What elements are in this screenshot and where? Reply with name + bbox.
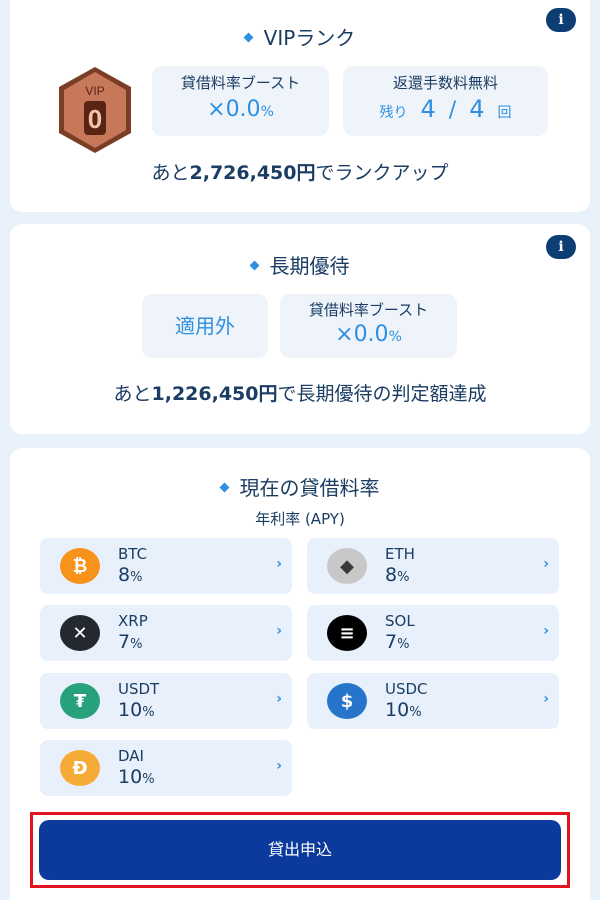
vip-fee-box: 返還手数料無料 残り 4 / 4 回 bbox=[343, 66, 548, 136]
coin-rate-item-sol[interactable]: ≡ SOL 7% › bbox=[307, 605, 559, 661]
coin-icon: ✕ bbox=[60, 615, 100, 651]
vip-rank-card: i VIPランク VIP 0 貸借料率ブースト ×0.0% 返還手数料無料 残り… bbox=[10, 0, 590, 212]
coin-rate: 8% bbox=[385, 564, 410, 586]
coin-name: USDC bbox=[385, 680, 428, 698]
coin-rate-item-usdc[interactable]: $ USDC 10% › bbox=[307, 673, 559, 729]
coin-rate: 7% bbox=[118, 631, 143, 653]
diamond-icon bbox=[249, 260, 259, 271]
long-term-boost-label: 貸借料率ブースト bbox=[308, 301, 429, 319]
coin-rate-item-btc[interactable]: ₿ BTC 8% › bbox=[40, 538, 292, 594]
vip-fee-label: 返還手数料無料 bbox=[392, 74, 498, 92]
long-term-card: i 長期優待 適用外 貸借料率ブースト ×0.0% あと1,226,450円で長… bbox=[10, 224, 590, 434]
long-term-status-box: 適用外 bbox=[142, 294, 268, 358]
coin-rate: 7% bbox=[385, 631, 410, 653]
coin-rate-item-eth[interactable]: ◆ ETH 8% › bbox=[307, 538, 559, 594]
long-term-summary: あと1,226,450円で長期優待の判定額達成 bbox=[113, 383, 487, 405]
vip-fee-remaining: 残り 4 / 4 回 bbox=[379, 95, 512, 123]
coin-icon: ≡ bbox=[327, 615, 367, 651]
long-term-status: 適用外 bbox=[175, 314, 235, 338]
coin-rate-item-dai[interactable]: Đ DAI 10% › bbox=[40, 740, 292, 796]
vip-boost-box: 貸借料率ブースト ×0.0% bbox=[152, 66, 329, 136]
chevron-right-icon: › bbox=[276, 758, 282, 774]
coin-name: BTC bbox=[118, 545, 148, 563]
vip-badge-icon: VIP 0 bbox=[59, 67, 131, 153]
chevron-right-icon: › bbox=[543, 623, 549, 639]
coin-rate: 10% bbox=[118, 699, 155, 721]
coin-icon: $ bbox=[327, 683, 367, 719]
diamond-icon bbox=[219, 482, 229, 493]
chevron-right-icon: › bbox=[543, 691, 549, 707]
vip-rankup-text: あと2,726,450円でランクアップ bbox=[151, 162, 449, 184]
coin-name: ETH bbox=[385, 545, 415, 563]
vip-boost-label: 貸借料率ブースト bbox=[180, 74, 301, 92]
coin-rate: 10% bbox=[118, 766, 155, 788]
coin-icon: Đ bbox=[60, 750, 100, 786]
vip-boost-value: ×0.0% bbox=[207, 97, 274, 122]
chevron-right-icon: › bbox=[543, 556, 549, 572]
long-term-boost-box: 貸借料率ブースト ×0.0% bbox=[280, 294, 457, 358]
coin-name: XRP bbox=[118, 612, 148, 630]
coin-rate-item-usdt[interactable]: ₮ USDT 10% › bbox=[40, 673, 292, 729]
rates-title: 現在の貸借料率 bbox=[10, 472, 590, 501]
chevron-right-icon: › bbox=[276, 623, 282, 639]
rates-subtitle: 年利率 (APY) bbox=[255, 510, 345, 528]
long-term-title: 長期優待 bbox=[10, 250, 590, 279]
coin-rate-item-xrp[interactable]: ✕ XRP 7% › bbox=[40, 605, 292, 661]
coin-rate: 10% bbox=[385, 699, 422, 721]
vip-badge-level: 0 bbox=[88, 104, 102, 134]
diamond-icon bbox=[243, 32, 254, 43]
long-term-boost-value: ×0.0% bbox=[335, 322, 402, 347]
coin-name: USDT bbox=[118, 680, 160, 698]
coin-name: SOL bbox=[385, 612, 415, 630]
coin-icon: ₮ bbox=[60, 683, 100, 719]
coin-icon: ₿ bbox=[60, 548, 100, 584]
chevron-right-icon: › bbox=[276, 556, 282, 572]
coin-rate: 8% bbox=[118, 564, 143, 586]
chevron-right-icon: › bbox=[276, 691, 282, 707]
vip-badge-label: VIP bbox=[85, 84, 104, 98]
vip-title: VIPランク bbox=[10, 22, 590, 51]
coin-icon: ◆ bbox=[327, 548, 367, 584]
coin-name: DAI bbox=[118, 747, 144, 765]
apply-loan-button[interactable]: 貸出申込 bbox=[39, 820, 561, 880]
